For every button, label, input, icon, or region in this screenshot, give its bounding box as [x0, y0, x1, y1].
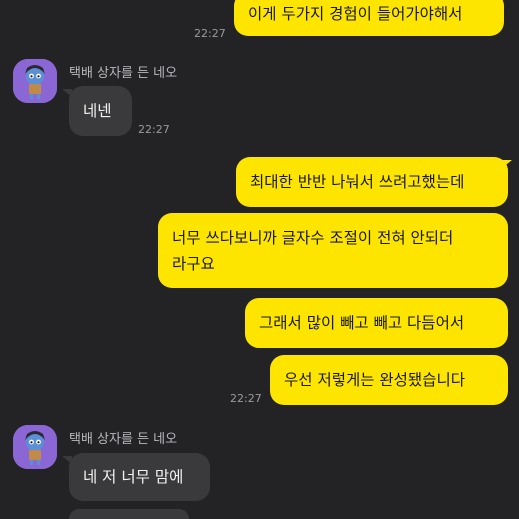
- message-time: 22:27: [138, 123, 170, 136]
- partner-name: 택배 상자를 든 네오: [69, 432, 178, 447]
- my-message-bubble[interactable]: 최대한 반반 나눠서 쓰려고했는데: [236, 157, 508, 207]
- message-text: 네 저 너무 맘에: [83, 468, 184, 486]
- message-line: 너무 쓰다보니까 글자수 조절이 전혀 안되더: [172, 229, 454, 247]
- message-text: 네넨: [83, 102, 112, 120]
- message-text: 이게 두가지 경험이 들어가야해서: [248, 5, 463, 23]
- partner-message-bubble[interactable]: 네넨: [69, 86, 132, 136]
- my-message-bubble[interactable]: 너무 쓰다보니까 글자수 조절이 전혀 안되더 라구요: [158, 213, 508, 288]
- partner-message-bubble-partial[interactable]: [69, 509, 189, 519]
- partner-avatar[interactable]: [13, 59, 57, 103]
- partner-avatar[interactable]: [13, 425, 57, 469]
- message-text: 그래서 많이 빼고 빼고 다듬어서: [259, 314, 465, 332]
- my-message-bubble[interactable]: 그래서 많이 빼고 빼고 다듬어서: [245, 298, 508, 348]
- message-text: 최대한 반반 나눠서 쓰려고했는데: [250, 173, 465, 191]
- neo-character-icon: [13, 425, 57, 469]
- message-time: 22:27: [194, 27, 226, 40]
- partner-message-bubble[interactable]: 네 저 너무 맘에: [69, 453, 210, 501]
- my-message-bubble[interactable]: 우선 저렇게는 완성됐습니다: [270, 355, 508, 405]
- message-text: 우선 저렇게는 완성됐습니다: [284, 371, 465, 389]
- partner-name: 택배 상자를 든 네오: [69, 66, 178, 81]
- message-time: 22:27: [230, 392, 262, 405]
- neo-character-icon: [13, 59, 57, 103]
- my-message-bubble[interactable]: 이게 두가지 경험이 들어가야해서: [234, 0, 504, 36]
- message-line: 라구요: [172, 255, 215, 273]
